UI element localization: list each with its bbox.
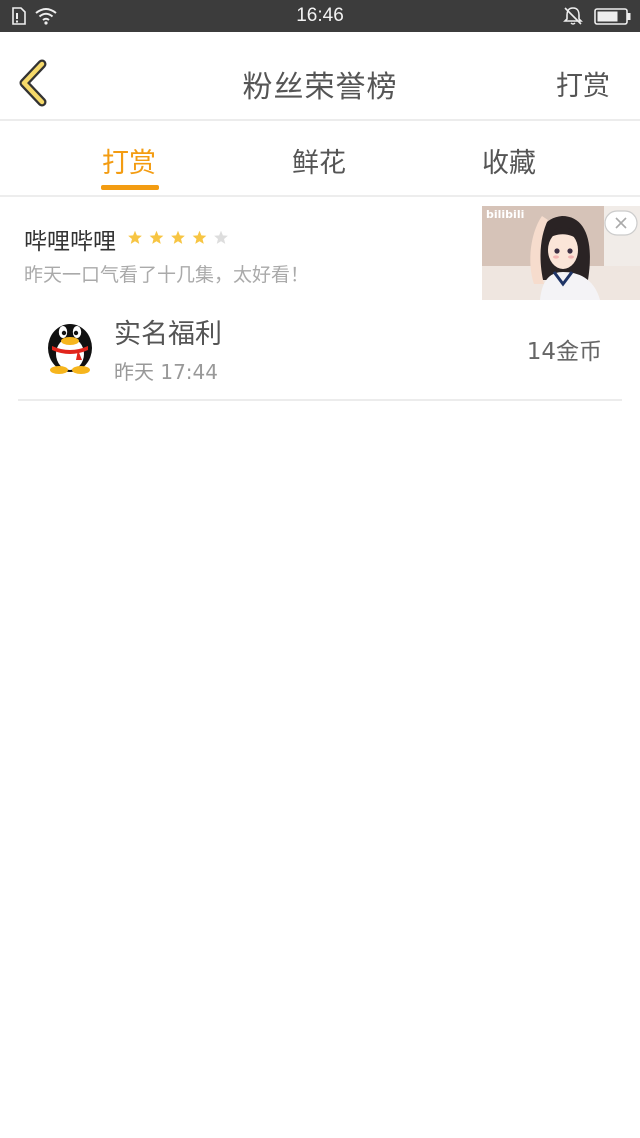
mute-bell-icon (563, 7, 583, 25)
rating-star (149, 230, 164, 244)
row-divider (18, 399, 622, 401)
tab-flowers[interactable]: 鲜花 (292, 141, 346, 180)
navigation-header: 粉丝荣誉榜 打赏 (0, 32, 640, 120)
bilibili-logo: bilibili (486, 208, 524, 221)
rating-stars (128, 230, 228, 244)
battery-icon (594, 8, 631, 25)
status-bar: 16:46 (0, 0, 640, 32)
ad-title: 哔哩哔哩 (24, 229, 116, 255)
reward-time: 昨天 17:44 (114, 360, 218, 384)
tab-reward[interactable]: 打赏 (102, 141, 156, 180)
rating-star (214, 230, 228, 244)
rating-star (128, 230, 142, 244)
rating-star (171, 230, 185, 244)
tabs-divider (0, 195, 640, 197)
reward-action-button[interactable]: 打赏 (556, 64, 610, 103)
qq-penguin-avatar (48, 324, 92, 374)
rating-star (192, 230, 207, 244)
active-tab-indicator (101, 185, 159, 190)
status-time: 16:46 (296, 5, 344, 26)
ad-close-icon[interactable] (604, 210, 638, 236)
tab-bar: 打赏 鲜花 收藏 (0, 121, 640, 195)
page-title: 粉丝荣誉榜 (242, 70, 398, 105)
reward-amount: 14金币 (526, 339, 602, 365)
list-item[interactable]: 实名福利 昨天 17:44 14金币 (18, 300, 622, 400)
user-name: 实名福利 (114, 319, 222, 350)
tab-favorites[interactable]: 收藏 (482, 141, 536, 180)
ad-description: 昨天一口气看了十几集，太好看！ (24, 264, 310, 286)
